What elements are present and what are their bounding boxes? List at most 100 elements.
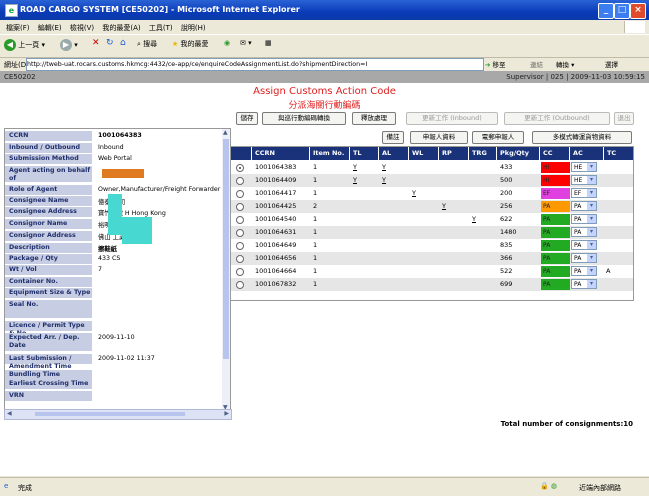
chevron-down-icon[interactable]: ▾ <box>587 280 596 288</box>
convert-code-button[interactable]: 與巡行動編碼轉換 <box>262 112 346 125</box>
table-row[interactable]: 1001064417 1 Y 200 EF EF ▾ <box>231 187 633 200</box>
ac-select[interactable]: PA ▾ <box>571 253 597 263</box>
chevron-down-icon[interactable]: ▾ <box>587 189 596 197</box>
table-row[interactable]: 1001064649 1 835 PA PA ▾ <box>231 239 633 252</box>
chevron-down-icon[interactable]: ▾ <box>587 176 596 184</box>
select-button[interactable]: 選擇 <box>605 59 618 69</box>
chevron-down-icon[interactable]: ▾ <box>587 215 596 223</box>
field-value: Web Portal <box>98 155 132 162</box>
cell-ccrn: 1001064631 <box>255 228 297 236</box>
release-button[interactable]: 釋放處理 <box>352 112 396 125</box>
convert-button[interactable]: 轉換 ▾ <box>556 59 574 69</box>
ac-select[interactable]: HE ▾ <box>571 175 597 185</box>
cell-cc-status: HI <box>541 175 570 186</box>
ac-select[interactable]: PA ▾ <box>571 214 597 224</box>
save-button[interactable]: 儲存 <box>236 112 258 125</box>
hscroll-thumb[interactable] <box>35 412 185 416</box>
field-label: VRN <box>5 391 92 401</box>
chevron-down-icon[interactable]: ▾ <box>587 254 596 262</box>
links-button[interactable]: 連結 <box>530 59 543 69</box>
row-select-radio[interactable] <box>236 281 244 289</box>
menu-help[interactable]: 說明(H) <box>181 23 206 33</box>
ac-select-value: HE <box>574 177 583 184</box>
cell-wl[interactable]: Y <box>412 187 416 200</box>
table-row[interactable]: 1001064409 1 Y Y 500 HI HE ▾ <box>231 174 633 187</box>
url-input[interactable]: http://tweb-uat.rocars.customs.hkmcg:443… <box>26 58 484 71</box>
home-icon[interactable]: ⌂ <box>120 38 126 48</box>
maximize-button[interactable]: □ <box>614 3 630 19</box>
field-value: 擦鞋紙 <box>98 246 117 253</box>
chevron-down-icon[interactable]: ▾ <box>587 241 596 249</box>
scroll-thumb[interactable] <box>223 139 229 359</box>
media-icon[interactable]: ◉ <box>224 39 230 47</box>
ac-select[interactable]: PA ▾ <box>571 227 597 237</box>
row-select-radio[interactable] <box>236 164 244 172</box>
cell-tl[interactable]: Y <box>353 174 357 187</box>
ie-page-icon: e <box>4 482 9 490</box>
mail-button[interactable]: ✉ ▾ <box>240 39 252 47</box>
multimodal-cargo-button[interactable]: 多模式轉運貨物資料 <box>532 131 632 144</box>
chevron-down-icon[interactable]: ▾ <box>587 228 596 236</box>
menu-view[interactable]: 檢視(V) <box>70 23 94 33</box>
ac-select[interactable]: PA ▾ <box>571 279 597 289</box>
row-select-radio[interactable] <box>236 177 244 185</box>
chevron-down-icon[interactable]: ▾ <box>587 267 596 275</box>
chevron-down-icon[interactable]: ▾ <box>587 163 596 171</box>
scroll-left-icon[interactable]: ◀ <box>7 410 12 417</box>
ac-select[interactable]: PA ▾ <box>571 201 597 211</box>
row-select-radio[interactable] <box>236 190 244 198</box>
refresh-icon[interactable]: ↻ <box>106 38 114 48</box>
table-row[interactable]: 1001064540 1 Y 622 PA PA ▾ <box>231 213 633 226</box>
menu-edit[interactable]: 編輯(E) <box>38 23 62 33</box>
row-select-radio[interactable] <box>236 255 244 263</box>
ac-select-value: PA <box>574 242 582 249</box>
update-inbound-button[interactable]: 更新工作 (Inbound) <box>406 112 498 125</box>
scroll-up-icon[interactable]: ▲ <box>223 129 228 136</box>
cell-trg[interactable]: Y <box>472 213 476 226</box>
horizontal-scrollbar[interactable]: ◀ ▶ <box>4 409 232 420</box>
search-button[interactable]: ⌕ 搜尋 <box>137 39 157 49</box>
row-select-radio[interactable] <box>236 242 244 250</box>
menu-favorites[interactable]: 我的最愛(A) <box>102 23 140 33</box>
minimize-button[interactable]: _ <box>598 3 614 19</box>
email-shipper-button[interactable]: 電郵申報人 <box>472 131 524 144</box>
forward-button[interactable]: ▶ ▾ <box>60 39 78 51</box>
table-row[interactable]: 1001064664 1 522 PA PA ▾ A <box>231 265 633 278</box>
cell-al[interactable]: Y <box>382 161 386 174</box>
menu-file[interactable]: 檔案(F) <box>6 23 30 33</box>
print-icon[interactable]: ▦ <box>265 39 272 47</box>
chevron-down-icon[interactable]: ▾ <box>587 202 596 210</box>
ac-select[interactable]: EF ▾ <box>571 188 597 198</box>
menu-tools[interactable]: 工具(T) <box>149 23 173 33</box>
remark-button[interactable]: 備註 <box>382 131 404 144</box>
shipper-info-button[interactable]: 申報人資料 <box>410 131 468 144</box>
mail-icon: ✉ <box>240 39 246 47</box>
row-select-radio[interactable] <box>236 203 244 211</box>
close-button[interactable]: × <box>630 3 646 19</box>
table-row[interactable]: 1001064425 2 Y 256 PA PA ▾ <box>231 200 633 213</box>
row-select-radio[interactable] <box>236 216 244 224</box>
ac-select[interactable]: HE ▾ <box>571 162 597 172</box>
favorites-button[interactable]: ★ 我的最愛 <box>172 39 209 49</box>
stop-icon[interactable]: ✕ <box>92 38 100 48</box>
scroll-right-icon[interactable]: ▶ <box>224 410 229 417</box>
table-row[interactable]: 1001064656 1 366 PA PA ▾ <box>231 252 633 265</box>
row-select-radio[interactable] <box>236 268 244 276</box>
vertical-scrollbar[interactable]: ▲ ▼ <box>222 129 230 411</box>
ac-select[interactable]: PA ▾ <box>571 240 597 250</box>
table-row[interactable]: 1001067832 1 699 PA PA ▾ <box>231 278 633 291</box>
back-button[interactable]: ◀ 上一頁 ▾ <box>4 39 45 51</box>
exit-button[interactable]: 退出 <box>614 112 634 125</box>
go-button[interactable]: ➔ 移至 <box>485 59 506 69</box>
ac-select[interactable]: PA ▾ <box>571 266 597 276</box>
cell-cc-status: PA <box>541 227 570 238</box>
table-row[interactable]: 1001064631 1 1480 PA PA ▾ <box>231 226 633 239</box>
cell-tl[interactable]: Y <box>353 161 357 174</box>
table-row[interactable]: 1001064383 1 Y Y 433 HI HE ▾ <box>231 161 633 174</box>
cell-rp[interactable]: Y <box>442 200 446 213</box>
row-select-radio[interactable] <box>236 229 244 237</box>
cell-al[interactable]: Y <box>382 174 386 187</box>
field-value: Inbound <box>98 144 124 151</box>
update-outbound-button[interactable]: 更新工作 (Outbound) <box>504 112 610 125</box>
cell-qty: 200 <box>500 189 513 197</box>
